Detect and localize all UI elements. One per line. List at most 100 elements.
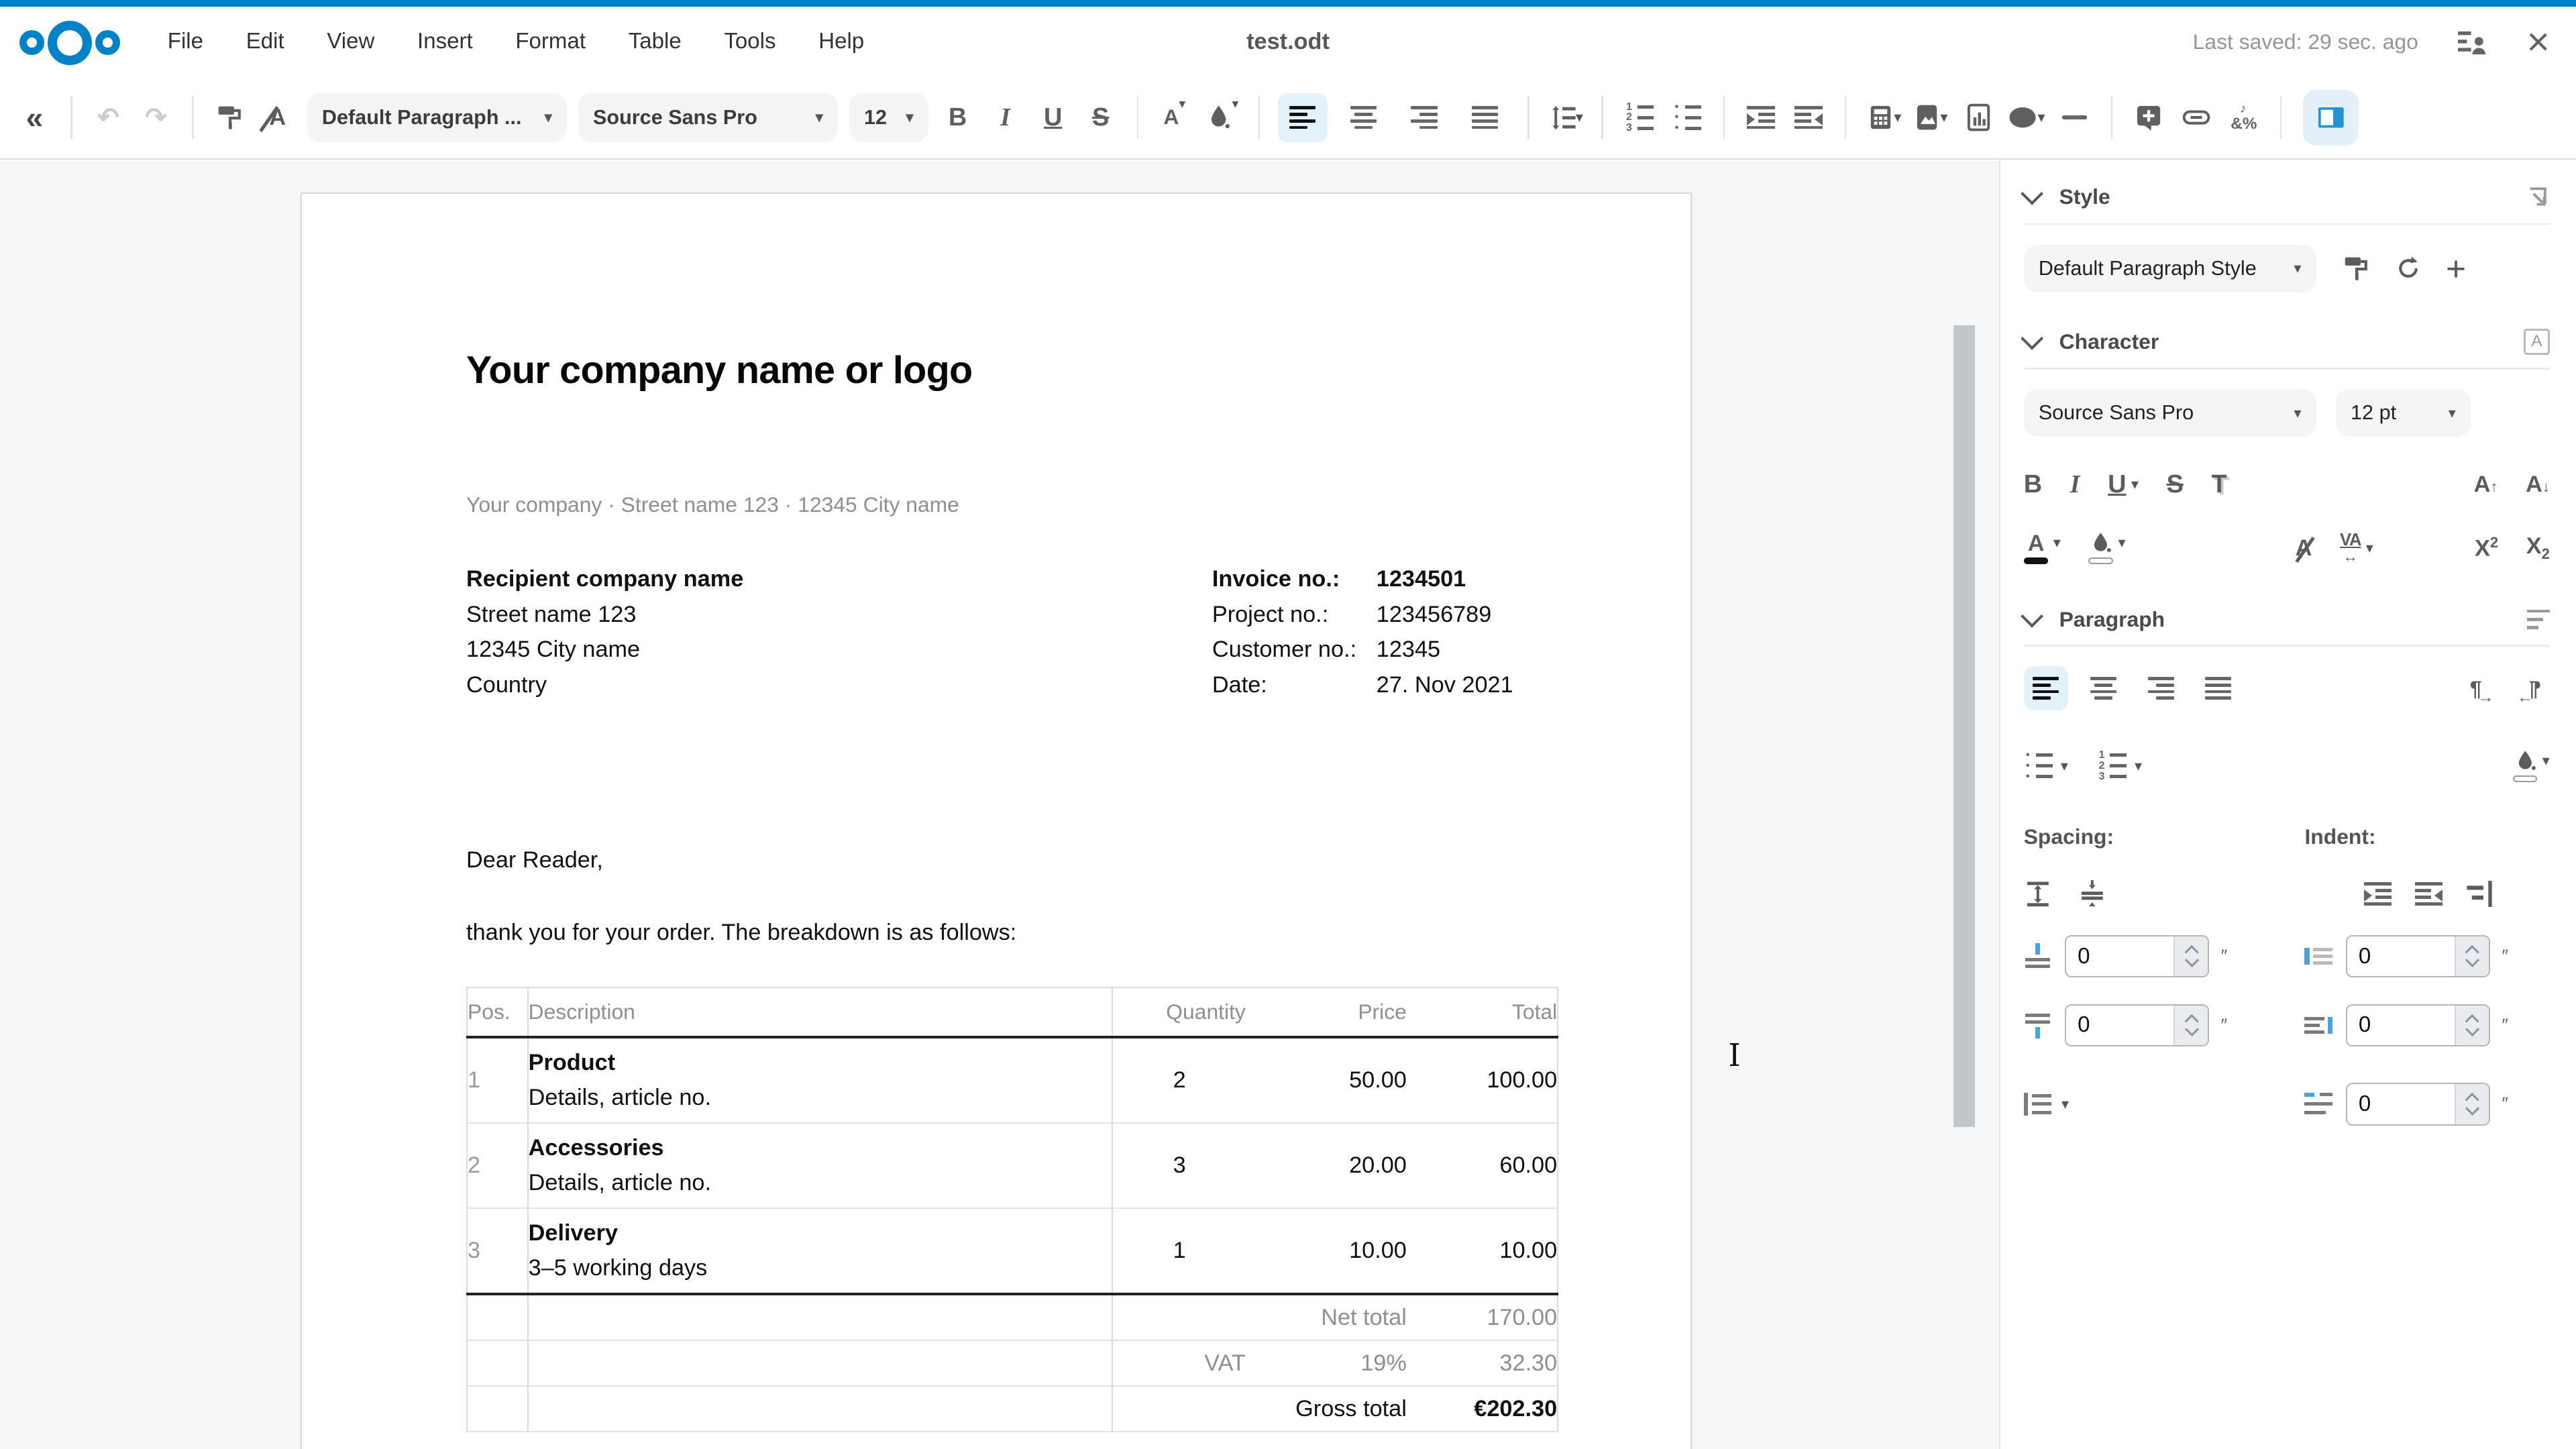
menu-file[interactable]: File bbox=[168, 29, 203, 54]
bullet-list-button[interactable]: • • • bbox=[1669, 93, 1705, 142]
menu-format[interactable]: Format bbox=[515, 29, 586, 54]
sidebar-font-name-select[interactable]: Source Sans Pro ▾ bbox=[2024, 389, 2316, 437]
stepper-arrows[interactable] bbox=[2174, 936, 2208, 977]
chevron-down-icon[interactable]: ▾ bbox=[2038, 110, 2045, 125]
line-spacing-button[interactable]: ▾ bbox=[1548, 93, 1584, 142]
chevron-down-icon[interactable]: ▾ bbox=[2053, 535, 2061, 550]
vertical-scrollbar-thumb[interactable] bbox=[1953, 325, 1975, 1127]
decrease-indent-button[interactable] bbox=[1790, 93, 1827, 142]
stepper-arrows[interactable] bbox=[2455, 936, 2489, 977]
chevron-down-icon[interactable]: ▾ bbox=[1232, 96, 1239, 112]
insert-hyperlink-button[interactable] bbox=[2178, 93, 2214, 142]
clone-formatting-icon[interactable] bbox=[212, 93, 248, 142]
chevron-down-icon[interactable]: ▾ bbox=[2061, 759, 2068, 773]
sidebar-increase-indent-icon[interactable] bbox=[2364, 882, 2392, 905]
refresh-style-button[interactable] bbox=[2394, 254, 2423, 283]
chevron-down-icon[interactable]: ▾ bbox=[1576, 110, 1583, 125]
sidebar-bold-button[interactable]: B bbox=[2024, 470, 2042, 499]
decrease-spacing-icon[interactable] bbox=[2078, 880, 2106, 908]
menu-edit[interactable]: Edit bbox=[246, 29, 284, 54]
first-line-indent-input[interactable]: 0 bbox=[2346, 1083, 2491, 1126]
stepper-arrows[interactable] bbox=[2455, 1084, 2489, 1124]
align-left-button[interactable] bbox=[1278, 93, 1327, 142]
insert-table-button[interactable]: ▾ bbox=[1864, 93, 1901, 142]
character-dialog-icon[interactable]: A bbox=[2524, 329, 2550, 355]
subscript-button[interactable]: X2 bbox=[2526, 533, 2550, 563]
shrink-font-button[interactable]: A↓ bbox=[2526, 472, 2550, 498]
menu-view[interactable]: View bbox=[327, 29, 374, 54]
chevron-down-icon[interactable] bbox=[2021, 182, 2043, 205]
sidebar-font-size-select[interactable]: 12 pt ▾ bbox=[2336, 389, 2471, 437]
hanging-indent-icon[interactable] bbox=[2465, 881, 2493, 907]
increase-indent-button[interactable] bbox=[1743, 93, 1779, 142]
superscript-button[interactable]: X2 bbox=[2475, 534, 2498, 561]
update-style-button[interactable] bbox=[2343, 255, 2371, 283]
sidebar-decrease-indent-icon[interactable] bbox=[2415, 882, 2443, 905]
paragraph-background-color-button[interactable]: ▾ bbox=[2513, 750, 2550, 782]
sidebar-ordered-list-button[interactable]: 1 2 3 ▾ bbox=[2098, 752, 2142, 780]
below-paragraph-spacing-input[interactable]: 0 bbox=[2065, 1004, 2210, 1047]
chevron-down-icon[interactable]: ▾ bbox=[1940, 110, 1947, 125]
chevron-down-icon[interactable]: ▾ bbox=[2131, 477, 2139, 492]
insert-comment-button[interactable] bbox=[2131, 93, 2167, 142]
sidebar-underline-button[interactable]: U ▾ bbox=[2108, 470, 2139, 499]
font-name-select[interactable]: Source Sans Pro ▾ bbox=[578, 93, 838, 142]
sidebar-bullet-list-button[interactable]: • • • ▾ bbox=[2024, 752, 2068, 780]
indent-before-text-input[interactable]: 0 bbox=[2346, 935, 2491, 978]
sidebar-style-select[interactable]: Default Paragraph Style ▾ bbox=[2024, 245, 2316, 292]
clear-formatting-icon[interactable]: A bbox=[260, 93, 296, 142]
font-size-select[interactable]: 12 ▾ bbox=[849, 93, 928, 142]
menu-help[interactable]: Help bbox=[818, 29, 864, 54]
new-style-button[interactable]: + bbox=[2446, 252, 2466, 286]
shadow-format-button[interactable]: T bbox=[2212, 470, 2227, 499]
menu-insert[interactable]: Insert bbox=[417, 29, 473, 54]
chevron-down-icon[interactable]: ▾ bbox=[1179, 96, 1185, 112]
font-color-button[interactable]: A ▾ bbox=[1157, 93, 1193, 142]
chevron-down-icon[interactable]: ▾ bbox=[2542, 753, 2550, 768]
sidebar-align-right-button[interactable] bbox=[2139, 666, 2183, 710]
indent-after-text-input[interactable]: 0 bbox=[2346, 1004, 2491, 1047]
sidebar-font-color-button[interactable]: A ▾ bbox=[2024, 532, 2061, 564]
sidebar-line-spacing-button[interactable]: ▾ bbox=[2024, 1091, 2069, 1117]
collapse-toolbar-button[interactable]: « bbox=[16, 93, 52, 142]
style-section-header[interactable]: Style bbox=[2024, 184, 2550, 210]
menu-table[interactable]: Table bbox=[629, 29, 682, 54]
close-icon[interactable]: × bbox=[2527, 28, 2550, 56]
sidebar-align-center-button[interactable] bbox=[2081, 666, 2125, 710]
character-section-header[interactable]: Character A bbox=[2024, 329, 2550, 355]
align-right-button[interactable] bbox=[1399, 93, 1448, 142]
chevron-down-icon[interactable]: ▾ bbox=[2135, 759, 2142, 773]
chevron-down-icon[interactable]: ▾ bbox=[2366, 541, 2373, 555]
insert-chart-button[interactable] bbox=[1960, 93, 1996, 142]
highlight-color-button[interactable]: ▾ bbox=[1204, 93, 1240, 142]
undo-button[interactable]: ↶ bbox=[91, 93, 127, 142]
insert-image-button[interactable]: ▾ bbox=[1913, 93, 1949, 142]
right-to-left-button[interactable]: ¶ ← bbox=[2520, 676, 2550, 701]
align-center-button[interactable] bbox=[1339, 93, 1388, 142]
paragraph-style-select[interactable]: Default Paragraph ... ▾ bbox=[307, 93, 567, 142]
above-paragraph-spacing-input[interactable]: 0 bbox=[2065, 935, 2210, 978]
chevron-down-icon[interactable]: ▾ bbox=[2118, 535, 2126, 550]
sidebar-toggle-button[interactable] bbox=[2303, 90, 2359, 146]
chevron-down-icon[interactable]: ▾ bbox=[1894, 110, 1901, 125]
document-page[interactable]: Your company name or logo Your company ·… bbox=[301, 193, 1692, 1449]
sidebar-align-left-button[interactable] bbox=[2024, 666, 2068, 710]
left-to-right-button[interactable]: ¶ → bbox=[2461, 676, 2491, 701]
sidebar-italic-button[interactable]: I bbox=[2070, 470, 2080, 499]
special-character-button[interactable]: ♪ &% bbox=[2226, 93, 2262, 142]
paragraph-section-header[interactable]: Paragraph bbox=[2024, 607, 2550, 632]
chevron-down-icon[interactable] bbox=[2021, 327, 2043, 350]
bold-button[interactable]: B bbox=[940, 93, 976, 142]
menu-tools[interactable]: Tools bbox=[724, 29, 775, 54]
increase-spacing-icon[interactable] bbox=[2024, 880, 2052, 908]
stepper-arrows[interactable] bbox=[2455, 1006, 2489, 1046]
sidebar-highlight-color-button[interactable]: ▾ bbox=[2088, 532, 2125, 564]
ordered-list-button[interactable]: 1 2 3 bbox=[1621, 93, 1658, 142]
justify-button[interactable] bbox=[1460, 93, 1509, 142]
chevron-down-icon[interactable] bbox=[2021, 605, 2043, 627]
italic-button[interactable]: I bbox=[987, 93, 1024, 142]
sidebar-justify-button[interactable] bbox=[2196, 666, 2241, 710]
underline-button[interactable]: U bbox=[1035, 93, 1071, 142]
document-canvas[interactable]: Your company name or logo Your company ·… bbox=[0, 161, 1999, 1449]
grow-font-button[interactable]: A↑ bbox=[2474, 472, 2498, 498]
